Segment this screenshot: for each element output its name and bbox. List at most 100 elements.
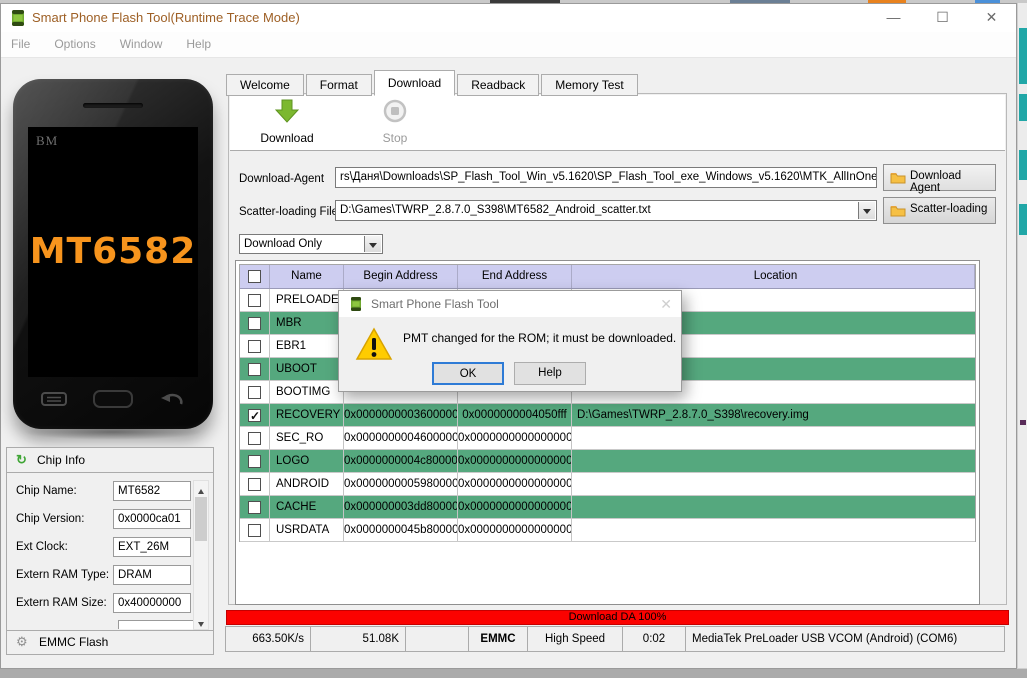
chip-info-title: Chip Info — [37, 453, 86, 467]
location-cell[interactable] — [572, 450, 975, 472]
stop-icon — [383, 99, 407, 123]
scatter-loading-button[interactable]: Scatter-loading — [883, 197, 996, 224]
chip-field-value[interactable]: 0x40000000 — [113, 593, 191, 613]
dialog-title: Smart Phone Flash Tool — [371, 297, 499, 311]
begin-address-cell[interactable]: 0x0000000004c80000 — [344, 450, 458, 472]
location-cell[interactable] — [572, 496, 975, 518]
header-begin-address[interactable]: Begin Address — [344, 265, 458, 288]
maximize-button[interactable]: ☐ — [918, 4, 967, 32]
scatter-file-combo[interactable]: D:\Games\TWRP_2.8.7.0_S398\MT6582_Androi… — [335, 200, 877, 221]
row-checkbox[interactable] — [240, 289, 270, 311]
partition-name-cell[interactable]: MBR — [270, 312, 344, 334]
chevron-down-icon[interactable] — [364, 236, 381, 252]
sync-icon: ↻ — [16, 452, 27, 467]
status-cell: 0:02 — [622, 626, 686, 652]
status-cell — [405, 626, 469, 652]
row-checkbox[interactable] — [240, 358, 270, 380]
partition-name-cell[interactable]: CACHE — [270, 496, 344, 518]
scrollbar-thumb[interactable] — [195, 497, 207, 541]
background-strip-right — [1019, 94, 1027, 121]
chip-field-clipped — [118, 620, 196, 629]
partition-name-cell[interactable]: RECOVERY — [270, 404, 344, 426]
location-cell[interactable] — [572, 519, 975, 541]
end-address-cell[interactable]: 0x0000000004050fff — [458, 404, 572, 426]
end-address-cell[interactable]: 0x0000000000000000 — [458, 427, 572, 449]
menu-item-help[interactable]: Help — [174, 32, 223, 57]
chip-field-value[interactable]: MT6582 — [113, 481, 191, 501]
select-all-checkbox[interactable] — [240, 265, 270, 288]
chip-field-value[interactable]: EXT_26M — [113, 537, 191, 557]
scroll-up-icon[interactable] — [194, 481, 208, 495]
row-checkbox[interactable] — [240, 450, 270, 472]
help-button[interactable]: Help — [514, 362, 586, 385]
end-address-cell[interactable]: 0x0000000000000000 — [458, 473, 572, 495]
background-strip-right — [1020, 420, 1026, 425]
tab-readback[interactable]: Readback — [457, 74, 540, 96]
partition-name-cell[interactable]: UBOOT — [270, 358, 344, 380]
download-mode-combo[interactable]: Download Only — [239, 234, 383, 254]
menu-item-options[interactable]: Options — [42, 32, 107, 57]
ok-button[interactable]: OK — [432, 362, 504, 385]
stop-button[interactable]: Stop — [350, 99, 440, 145]
end-address-cell[interactable]: 0x0000000000000000 — [458, 519, 572, 541]
phone-screen: BM MT6582 — [28, 127, 198, 377]
location-cell[interactable] — [572, 473, 975, 495]
window-title: Smart Phone Flash Tool(Runtime Trace Mod… — [32, 10, 300, 25]
chip-info-panel: ↻ Chip Info Chip Name: MT6582 Chip Version… — [6, 447, 214, 655]
header-location[interactable]: Location — [572, 265, 975, 288]
partition-name-cell[interactable]: ANDROID — [270, 473, 344, 495]
begin-address-cell[interactable]: 0x0000000045b80000 — [344, 519, 458, 541]
row-checkbox[interactable] — [240, 312, 270, 334]
end-address-cell[interactable]: 0x0000000000000000 — [458, 450, 572, 472]
close-button[interactable]: ✕ — [967, 4, 1016, 32]
partition-name-cell[interactable]: SEC_RO — [270, 427, 344, 449]
status-bar: 663.50K/s 51.08K EMMC High Speed 0:02 MediaTe… — [225, 626, 1005, 652]
menu-bar: File Options Window Help — [1, 32, 1016, 58]
row-checkbox[interactable] — [240, 335, 270, 357]
chip-info-row: Ext Clock: EXT_26M — [7, 536, 213, 564]
begin-address-cell[interactable]: 0x0000000004600000 — [344, 427, 458, 449]
app-icon — [10, 10, 26, 31]
partition-name-cell[interactable]: USRDATA — [270, 519, 344, 541]
download-agent-browse-button[interactable]: Download Agent — [883, 164, 996, 194]
chip-field-value[interactable]: DRAM — [113, 565, 191, 585]
begin-address-cell[interactable]: 0x0000000003600000 — [344, 404, 458, 426]
menu-item-window[interactable]: Window — [108, 32, 175, 57]
row-checkbox[interactable] — [240, 496, 270, 518]
download-agent-input[interactable]: rs\Даня\Downloads\SP_Flash_Tool_Win_v5.1… — [335, 167, 877, 188]
folder-icon — [890, 206, 906, 217]
header-name[interactable]: Name — [270, 265, 344, 288]
back-key-icon — [159, 392, 185, 411]
location-cell[interactable]: D:\Games\TWRP_2.8.7.0_S398\recovery.img — [572, 404, 975, 426]
location-cell[interactable] — [572, 427, 975, 449]
chevron-down-icon[interactable] — [858, 202, 875, 219]
header-end-address[interactable]: End Address — [458, 265, 572, 288]
tab-download[interactable]: Download — [373, 70, 456, 96]
menu-item-file[interactable]: File — [1, 32, 42, 57]
row-checkbox[interactable]: ✓ — [240, 404, 270, 426]
row-checkbox[interactable] — [240, 519, 270, 541]
partition-name-cell[interactable]: PRELOADER — [270, 289, 344, 311]
begin-address-cell[interactable]: 0x000000003dd80000 — [344, 496, 458, 518]
begin-address-cell[interactable]: 0x0000000005980000 — [344, 473, 458, 495]
chip-info-scrollbar[interactable] — [193, 480, 209, 630]
tab-format[interactable]: Format — [305, 74, 372, 96]
end-address-cell[interactable]: 0x0000000000000000 — [458, 496, 572, 518]
download-button[interactable]: Download — [242, 99, 332, 145]
tab-welcome[interactable]: Welcome — [226, 74, 304, 96]
warning-icon — [355, 327, 393, 366]
home-key-icon — [93, 390, 133, 413]
tab-memory-test[interactable]: Memory Test — [541, 74, 638, 96]
partition-name-cell[interactable]: EBR1 — [270, 335, 344, 357]
row-checkbox[interactable] — [240, 427, 270, 449]
screen: Smart Phone Flash Tool(Runtime Trace Mod… — [0, 0, 1027, 678]
partition-name-cell[interactable]: LOGO — [270, 450, 344, 472]
chip-field-value[interactable]: 0x0000ca01 — [113, 509, 191, 529]
row-checkbox[interactable] — [240, 473, 270, 495]
scroll-down-icon[interactable] — [194, 615, 208, 629]
row-checkbox[interactable] — [240, 381, 270, 403]
minimize-button[interactable]: — — [869, 4, 918, 32]
dialog-title-bar[interactable]: Smart Phone Flash Tool ✕ — [339, 291, 681, 317]
dialog-close-icon[interactable]: ✕ — [660, 291, 672, 317]
partition-name-cell[interactable]: BOOTIMG — [270, 381, 344, 403]
